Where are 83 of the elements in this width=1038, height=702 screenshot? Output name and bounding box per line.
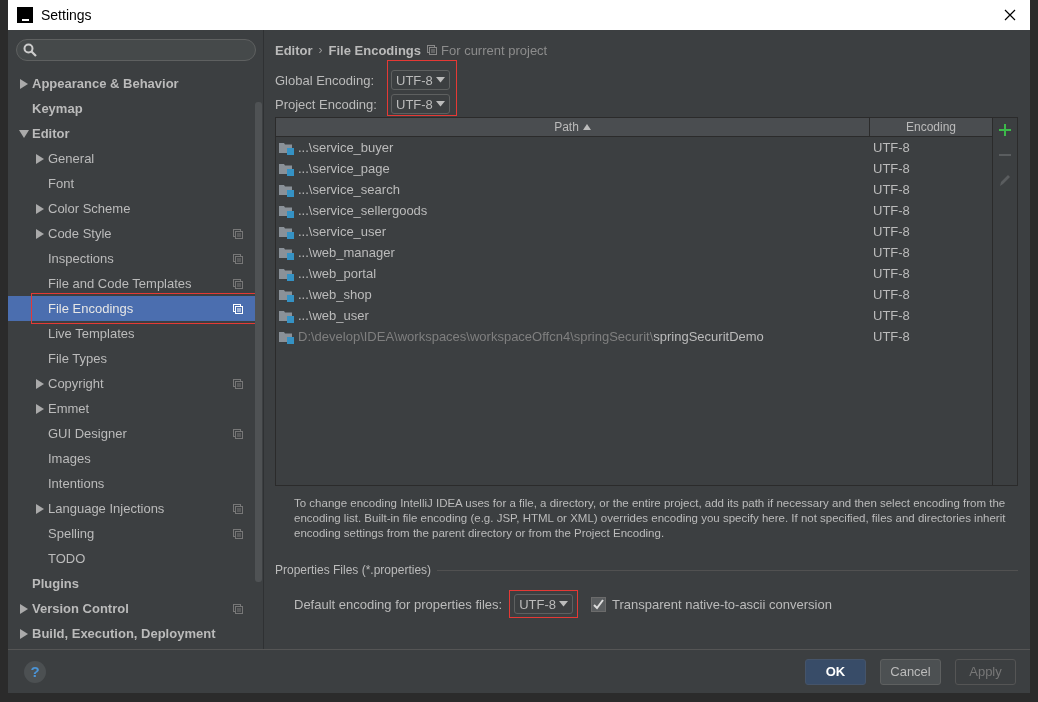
tree-item[interactable]: Inspections — [8, 246, 255, 271]
plus-icon — [998, 123, 1012, 137]
tree-item[interactable]: Version Control — [8, 596, 255, 621]
folder-icon — [279, 203, 296, 218]
tree-item[interactable]: Intentions — [8, 471, 255, 496]
tree-item[interactable]: Appearance & Behavior — [8, 71, 255, 96]
path-cell: ...\service_sellergoods — [276, 203, 870, 218]
encoding-cell-text: UTF-8 — [872, 308, 911, 323]
close-icon — [1004, 9, 1016, 21]
folder-icon — [279, 245, 296, 260]
dropdown-arrow-icon — [435, 101, 445, 107]
encoding-cell-text: UTF-8 — [872, 266, 911, 281]
encoding-cell-text: UTF-8 — [872, 287, 911, 302]
tree-item[interactable]: Font — [8, 171, 255, 196]
folder-icon — [279, 287, 296, 302]
encoding-cell-text: UTF-8 — [872, 182, 911, 197]
dropdown-arrow-icon — [558, 601, 568, 607]
breadcrumb-item[interactable]: Editor — [275, 42, 313, 58]
path-cell: ...\service_user — [276, 224, 870, 239]
add-button[interactable] — [997, 122, 1013, 138]
encoding-dropdown[interactable]: UTF-8 — [391, 94, 450, 114]
pencil-icon — [998, 173, 1012, 187]
dialog-button[interactable]: OK — [805, 658, 866, 685]
tree-item[interactable]: GUI Designer — [8, 421, 255, 446]
dropdown-arrow-icon — [435, 77, 445, 83]
encoding-cell-text: UTF-8 — [872, 245, 911, 260]
tree-item[interactable]: Spelling — [8, 521, 255, 546]
tree-item[interactable]: Plugins — [8, 571, 255, 596]
tree-item[interactable]: Copyright — [8, 371, 255, 396]
tree-item[interactable]: Images — [8, 446, 255, 471]
encoding-cell-text: UTF-8 — [872, 203, 911, 218]
copy-icon — [427, 45, 438, 55]
tree-item[interactable]: Build, Execution, Deployment — [8, 621, 255, 646]
window-title: Settings — [41, 7, 93, 23]
folder-icon — [279, 329, 296, 344]
field-label: Project Encoding: — [275, 96, 378, 112]
path-cell: ...\web_manager — [276, 245, 870, 260]
section-title: Properties Files (*.properties) — [275, 563, 432, 577]
tree-item[interactable]: File and Code Templates — [8, 271, 255, 296]
tree-item[interactable]: Live Templates — [8, 321, 255, 346]
path-cell: ...\web_user — [276, 308, 870, 323]
field-label: Default encoding for properties files: — [294, 596, 503, 612]
field-label: Global Encoding: — [275, 72, 375, 88]
path-cell: ...\service_page — [276, 161, 870, 176]
breadcrumb-current: File Encodings — [328, 42, 422, 58]
path-cell: ...\service_search — [276, 182, 870, 197]
dialog-button[interactable]: Cancel — [880, 658, 941, 685]
column-header[interactable]: Encoding — [870, 118, 992, 136]
tree-item[interactable]: Code Style — [8, 221, 255, 246]
scrollbar[interactable] — [255, 102, 262, 582]
encoding-cell-text: UTF-8 — [872, 224, 911, 239]
encoding-dropdown[interactable]: UTF-8 — [514, 594, 573, 614]
folder-icon — [279, 161, 296, 176]
encoding-cell-text: UTF-8 — [872, 161, 911, 176]
path-cell: ...\service_buyer — [276, 140, 870, 155]
tree-item[interactable]: Color Scheme — [8, 196, 255, 221]
path-cell: ...\web_portal — [276, 266, 870, 281]
check-icon — [592, 598, 604, 610]
path-cell: ...\web_shop — [276, 287, 870, 302]
folder-icon — [279, 140, 296, 155]
folder-icon — [279, 266, 296, 281]
description-text: To change encoding IntelliJ IDEA uses for a file, a directory, or the entire project, add its path if necessary and then select encoding from the encoding list. Built-in file encoding (e.g. JSP, HTML or XML) overrides encoding you specify here. If not specified, files and directories inherit encoding settings from the parent directory or from the Project Encoding. — [294, 496, 1007, 541]
encoding-cell-text: UTF-8 — [872, 329, 911, 344]
tree-item[interactable]: Emmet — [8, 396, 255, 421]
tree-item[interactable]: TODO — [8, 546, 255, 571]
folder-icon — [279, 182, 296, 197]
folder-icon — [279, 308, 296, 323]
folder-icon — [279, 224, 296, 239]
search-icon — [23, 43, 37, 57]
path-cell: D:\develop\IDEA\workspaces\workspaceOffcn4\springSecurit\springSecuritDemo — [276, 329, 870, 344]
tree-item[interactable]: Editor — [8, 121, 255, 146]
tree-item[interactable]: Language Injections — [8, 496, 255, 521]
tree-item[interactable]: File Types — [8, 346, 255, 371]
column-header[interactable]: Path — [276, 118, 870, 136]
scope-label: For current project — [441, 42, 548, 58]
tree-item[interactable]: General — [8, 146, 255, 171]
tree-item[interactable]: Keymap — [8, 96, 255, 121]
search-field[interactable] — [16, 39, 256, 61]
breadcrumb-separator: › — [318, 43, 323, 57]
app-logo-icon — [17, 7, 33, 23]
encoding-dropdown[interactable]: UTF-8 — [391, 70, 450, 90]
checkbox[interactable]: Transparent native-to-ascii conversion — [590, 596, 832, 612]
encoding-cell-text: UTF-8 — [872, 140, 911, 155]
